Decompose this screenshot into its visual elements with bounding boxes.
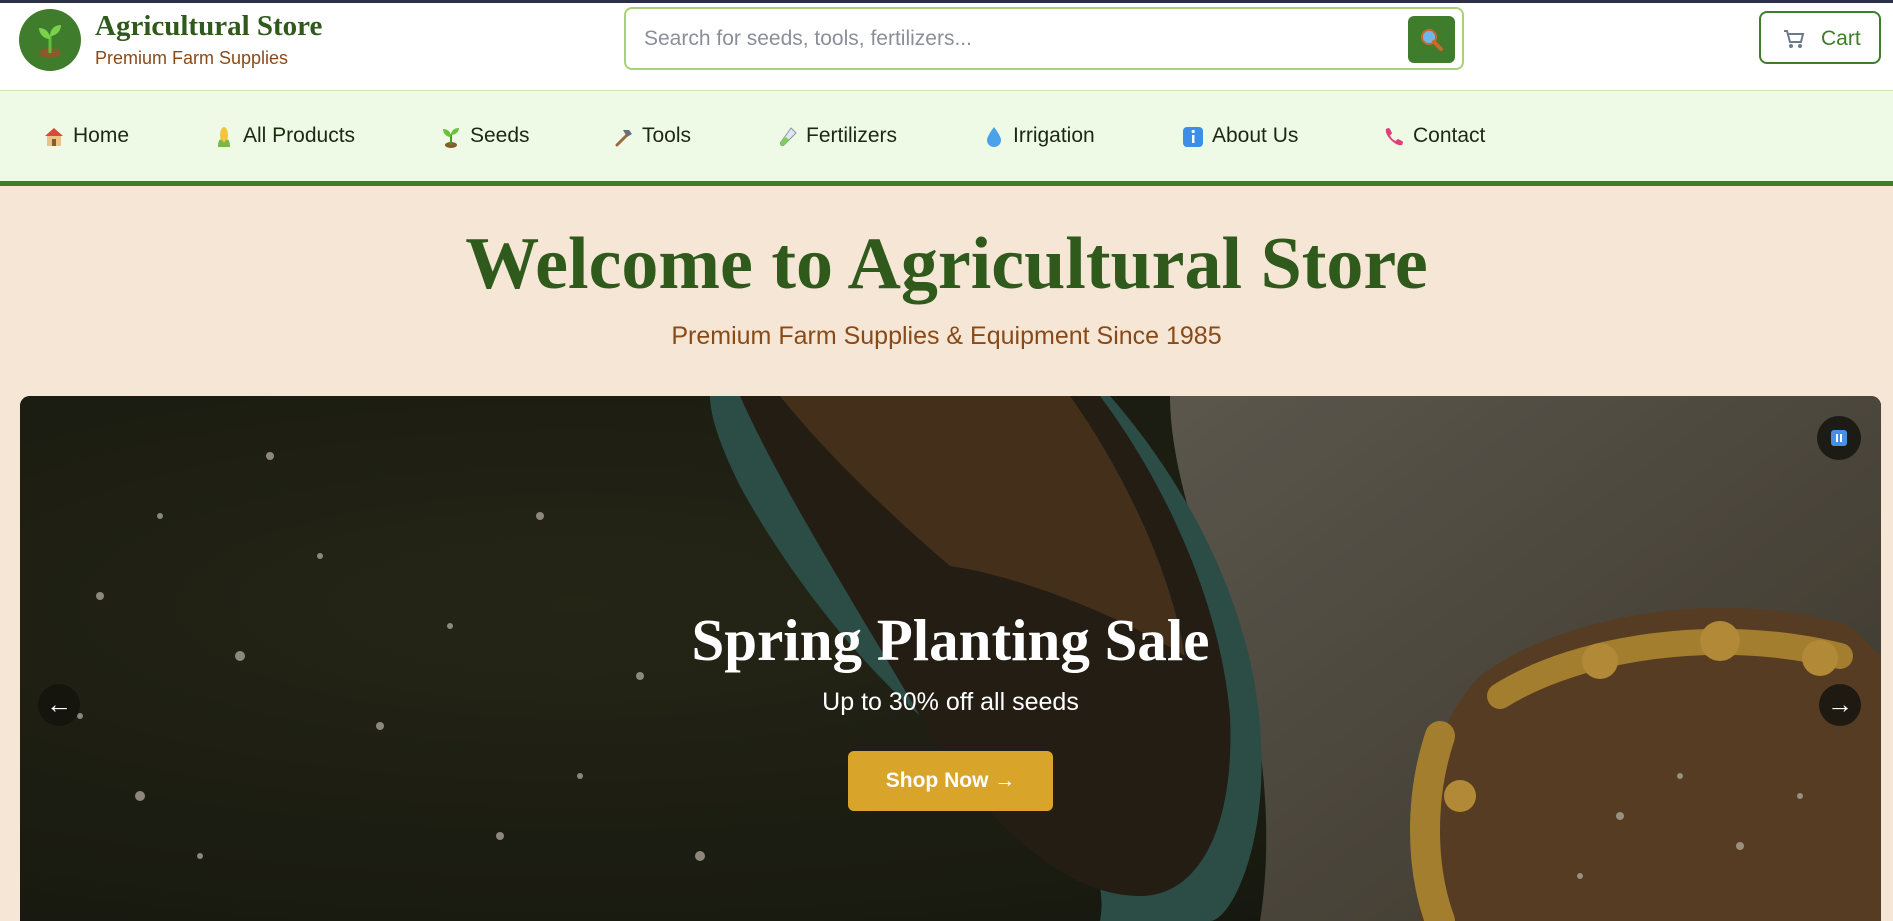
hammer-icon — [615, 130, 632, 147]
nav-label: Fertilizers — [806, 124, 898, 147]
cart-label: Cart — [1821, 27, 1861, 50]
seedling-icon — [443, 128, 459, 148]
shop-now-button[interactable]: Shop Now → — [848, 751, 1053, 811]
pause-icon — [1831, 430, 1847, 446]
nav-label: All Products — [243, 124, 356, 147]
nav-divider — [0, 181, 1893, 186]
info-icon — [1183, 127, 1203, 147]
page-title: Welcome to Agricultural Store — [465, 223, 1428, 305]
slide-title: Spring Planting Sale — [691, 607, 1210, 673]
seedling-icon[interactable] — [19, 9, 81, 71]
droplet-icon — [987, 127, 1001, 147]
nav-label: Contact — [1413, 124, 1486, 147]
nav-label: Tools — [642, 124, 692, 147]
brand-subtitle: Premium Farm Supplies — [95, 48, 289, 68]
phone-icon — [1385, 128, 1403, 146]
cart-button[interactable]: Cart — [1759, 11, 1881, 64]
search-button[interactable] — [1408, 16, 1455, 63]
hero-slider: ← → Spring Planting Sale Up to 30% off a… — [20, 396, 1881, 921]
test-tube-icon — [779, 127, 797, 147]
nav-label: Seeds — [470, 124, 530, 147]
nav-label: Irrigation — [1013, 124, 1095, 147]
nav-label: About Us — [1212, 124, 1299, 147]
house-icon — [45, 128, 63, 146]
pause-slider-button[interactable] — [1817, 416, 1861, 460]
search-input[interactable] — [644, 21, 1404, 57]
search-bar — [624, 7, 1464, 70]
magnifier-icon — [1421, 29, 1443, 51]
nav-label: Home — [73, 124, 130, 147]
shopping-cart-icon — [1784, 30, 1805, 48]
page-tagline: Premium Farm Supplies & Equipment Since … — [671, 322, 1222, 350]
site-header: Agricultural Store Premium Farm Supplies… — [0, 3, 1893, 90]
slide-subtitle: Up to 30% off all seeds — [822, 688, 1079, 716]
corn-icon — [218, 127, 230, 147]
brand-title[interactable]: Agricultural Store — [95, 10, 322, 43]
main-nav: Home All Products Seeds Tools Fertilizer… — [0, 90, 1893, 181]
